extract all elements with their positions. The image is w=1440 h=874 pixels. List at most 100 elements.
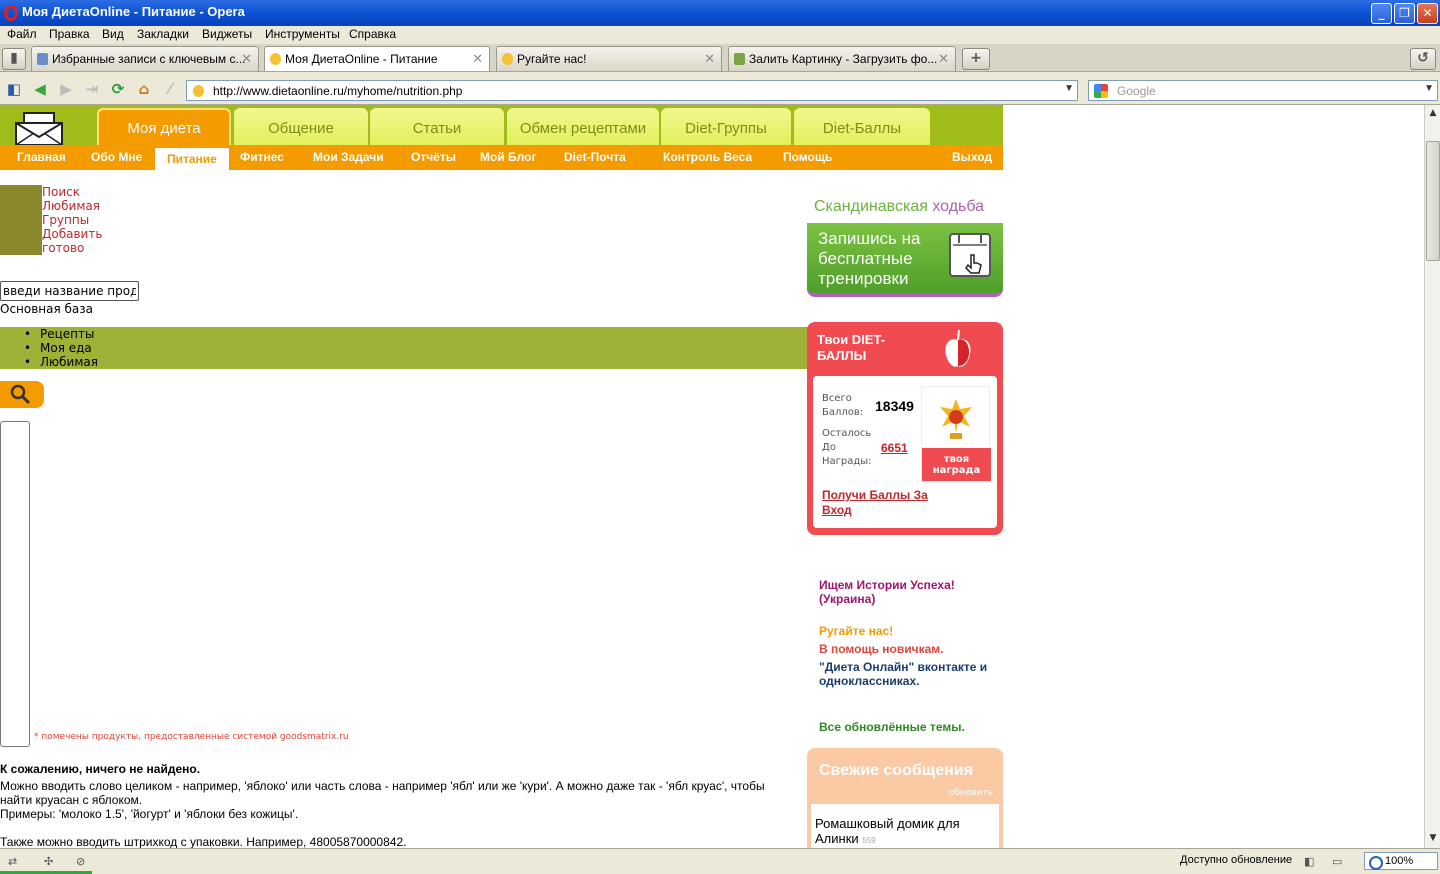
link-complain[interactable]: Ругайте нас! xyxy=(819,624,999,638)
link-add[interactable]: Добавить xyxy=(42,227,102,241)
subnav-blog[interactable]: Мой Блог xyxy=(480,150,536,164)
fast-forward-icon[interactable]: ⇥ xyxy=(83,81,101,99)
window-titlebar: Моя ДиетаOnline - Питание - Opera _ ❐ ✕ xyxy=(0,0,1440,26)
wand-icon[interactable]: ⁄ xyxy=(161,81,179,99)
not-found-title: К сожалению, ничего не найдено. xyxy=(0,762,201,776)
subnav-nutrition[interactable]: Питание xyxy=(155,148,229,170)
nordic-walking-banner[interactable]: Скандинавская ходьба Запишись на бесплат… xyxy=(807,193,1003,297)
menu-widgets[interactable]: Виджеты xyxy=(202,27,252,41)
refresh-link[interactable]: обновить xyxy=(949,788,993,798)
product-search-input[interactable] xyxy=(0,281,139,301)
get-points-link[interactable]: Получи Баллы За Вход xyxy=(822,488,932,518)
source-my-food[interactable]: Моя еда xyxy=(24,341,92,355)
zoom-select[interactable]: 100% xyxy=(1364,852,1438,870)
menu-view[interactable]: Вид xyxy=(102,27,124,41)
sync-icon[interactable]: ⇄ xyxy=(8,855,22,868)
link-newbie-help[interactable]: В помощь новичкам. xyxy=(819,642,999,656)
tab-diet-groups[interactable]: Diet-Группы xyxy=(661,108,791,145)
tab-recipes-exchange[interactable]: Обмен рецептами xyxy=(507,108,659,145)
tab-close-icon[interactable]: ✕ xyxy=(472,51,483,67)
source-favorite[interactable]: Любимая xyxy=(24,355,98,369)
update-available[interactable]: Доступно обновление xyxy=(1180,854,1292,866)
subnav-mail[interactable]: Diet-Почта xyxy=(564,150,626,164)
mail-icon[interactable] xyxy=(14,109,64,145)
window-title: Моя ДиетаOnline - Питание - Opera xyxy=(22,4,245,19)
subnav-about[interactable]: Обо Мне xyxy=(91,150,142,164)
remain-value-link[interactable]: 6651 xyxy=(881,441,908,455)
subnav-weight-control[interactable]: Контроль Веса xyxy=(663,150,752,164)
menu-tools[interactable]: Инструменты xyxy=(265,27,340,41)
menu-edit[interactable]: Правка xyxy=(49,27,90,41)
tab-articles[interactable]: Статьи xyxy=(370,108,504,145)
menu-bookmarks[interactable]: Закладки xyxy=(137,27,189,41)
status-bar: ⇄ ✣ ⊘ Доступно обновление ◧ ▭ 100% xyxy=(0,848,1440,874)
scroll-down-icon[interactable]: ▼ xyxy=(1427,833,1439,845)
close-button[interactable]: ✕ xyxy=(1417,3,1438,24)
scroll-thumb[interactable] xyxy=(1426,141,1440,261)
tab-my-diet[interactable]: Моя диета xyxy=(97,108,231,145)
not-found-examples: Примеры: 'молоко 1.5', 'йогурт' и 'яблок… xyxy=(0,807,299,821)
subnav-reports[interactable]: Отчёты xyxy=(411,150,456,164)
maximize-button[interactable]: ❐ xyxy=(1394,3,1415,24)
results-list[interactable] xyxy=(0,421,30,747)
address-input[interactable]: http://www.dietaonline.ru/myhome/nutriti… xyxy=(186,80,1078,101)
search-button[interactable] xyxy=(0,381,44,408)
tab-diet-points[interactable]: Diet-Баллы xyxy=(794,108,930,145)
subnav-home[interactable]: Главная xyxy=(17,150,66,164)
minimize-button[interactable]: _ xyxy=(1371,3,1392,24)
menu-file[interactable]: Файл xyxy=(7,27,37,41)
points-header: Твои DIET-БАЛЛЫ xyxy=(817,332,886,363)
tab-close-icon[interactable]: ✕ xyxy=(241,51,252,67)
calendar-icon xyxy=(949,233,991,277)
menu-help[interactable]: Справка xyxy=(349,27,396,41)
message-title: Ромашковый домик для Алинки xyxy=(815,816,960,846)
back-icon[interactable]: ◀ xyxy=(31,81,49,99)
tab-label: Залить Картинку - Загрузить фо... xyxy=(749,52,938,66)
trash-icon[interactable]: ↺ xyxy=(1410,48,1436,70)
site-favicon-icon xyxy=(502,53,513,65)
tab-nutrition[interactable]: Моя ДиетаOnline - Питание ✕ xyxy=(264,46,490,71)
banner-title-word: Скандинавская xyxy=(814,198,928,215)
chevron-down-icon[interactable]: ▼ xyxy=(1424,83,1434,94)
link-ready[interactable]: готово xyxy=(42,241,84,255)
scroll-up-icon[interactable]: ▲ xyxy=(1427,108,1439,120)
base-label: Основная база xyxy=(0,302,94,316)
tab-upload-image[interactable]: Залить Картинку - Загрузить фо... ✕ xyxy=(728,46,956,71)
home-icon[interactable]: ⌂ xyxy=(135,81,153,99)
turbo-icon[interactable]: ⊘ xyxy=(76,855,90,868)
unite-icon[interactable]: ✣ xyxy=(44,855,58,868)
new-tab-button[interactable]: + xyxy=(962,48,990,70)
award-box[interactable]: твоя награда xyxy=(921,386,991,482)
link-social[interactable]: "Диета Онлайн" вконтакте и одноклассника… xyxy=(819,660,999,688)
tab-favorites[interactable]: Избранные записи с ключевым с... ✕ xyxy=(31,46,259,71)
remain-label: Осталось До Награды: xyxy=(822,428,872,467)
speaker-icon[interactable]: ◧ xyxy=(1304,855,1318,868)
link-search[interactable]: Поиск xyxy=(42,185,80,199)
tab-close-icon[interactable]: ✕ xyxy=(938,51,949,67)
link-updated-topics[interactable]: Все обновлённые темы. xyxy=(819,720,999,734)
link-icon xyxy=(37,53,48,65)
panel-toggle-icon[interactable]: ▮ xyxy=(2,48,26,70)
total-value: 18349 xyxy=(875,398,914,414)
tab-close-icon[interactable]: ✕ xyxy=(704,51,715,67)
subnav-tasks[interactable]: Мои Задачи xyxy=(313,150,384,164)
list-item[interactable]: Ромашковый домик для Алинки 559 xyxy=(815,816,995,848)
vertical-scrollbar[interactable]: ▲ ▼ xyxy=(1424,105,1440,848)
subnav-fitness[interactable]: Фитнес xyxy=(240,150,284,164)
subnav-logout[interactable]: Выход xyxy=(952,150,992,164)
points-panel: Всего Баллов: 18349 Осталось До Награды:… xyxy=(813,376,997,528)
tab-communication[interactable]: Общение xyxy=(234,108,368,145)
link-success-stories[interactable]: Ищем Истории Успеха! (Украина) xyxy=(819,578,999,606)
reload-icon[interactable]: ⟳ xyxy=(109,81,127,99)
link-groups[interactable]: Группы xyxy=(42,213,89,227)
link-favorite[interactable]: Любимая xyxy=(42,199,100,213)
view-icon[interactable]: ▭ xyxy=(1332,855,1346,868)
not-found-hint: найти круасан с яблоком. xyxy=(0,793,143,807)
tab-complain[interactable]: Ругайте нас! ✕ xyxy=(496,46,722,71)
search-input[interactable]: Google ▼ xyxy=(1088,80,1438,101)
chevron-down-icon[interactable]: ▼ xyxy=(1064,83,1074,94)
panel-icon[interactable]: ◧ xyxy=(5,81,23,99)
forward-icon[interactable]: ▶ xyxy=(57,81,75,99)
subnav-help[interactable]: Помощь xyxy=(783,150,832,164)
source-recipes[interactable]: Рецепты xyxy=(24,327,95,341)
